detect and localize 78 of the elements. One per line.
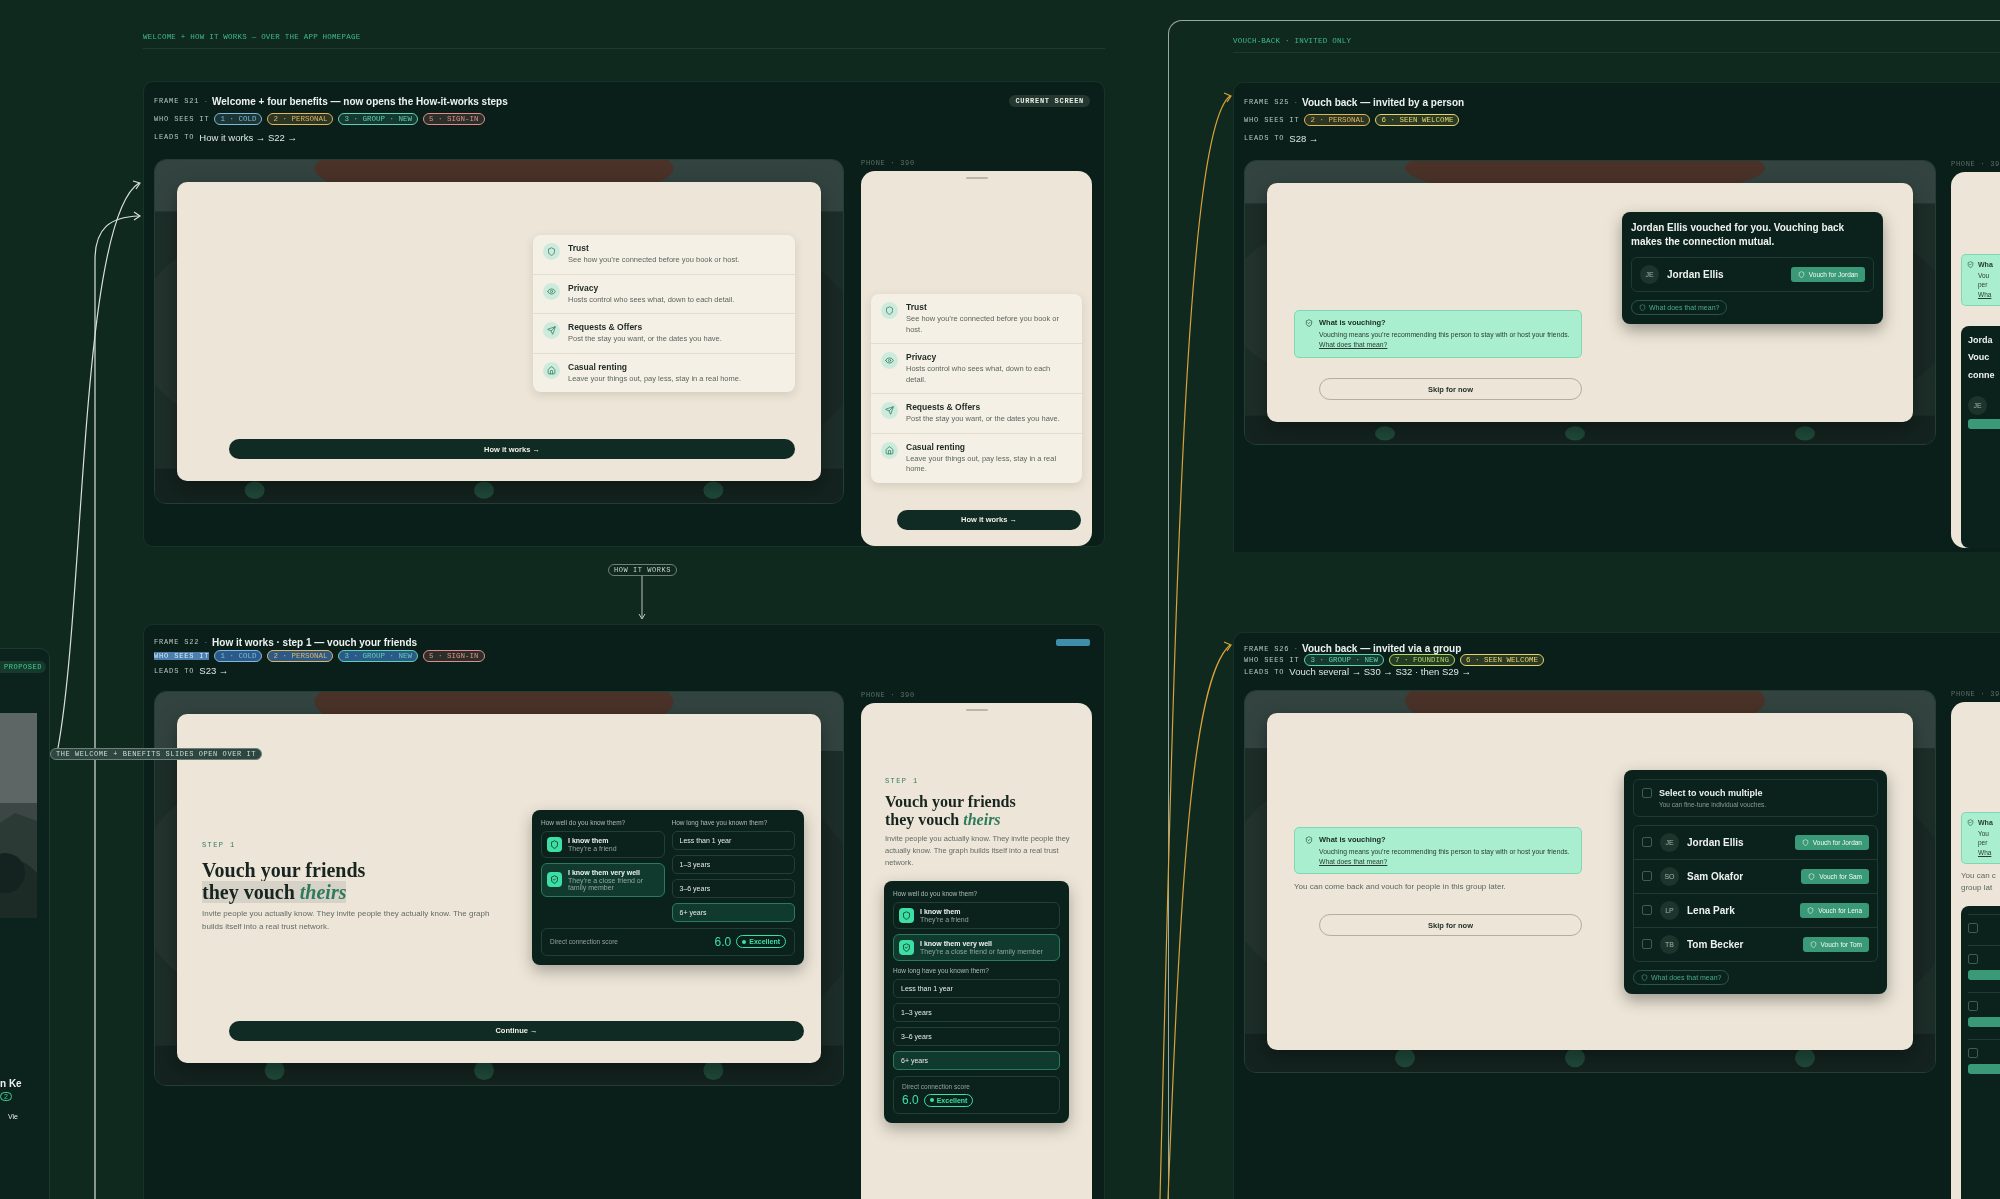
leads-to: Vouch several → S30 → S32 · then S29 → bbox=[1289, 666, 1471, 677]
frame-title: Welcome + four benefits — now opens the How-it-works steps bbox=[212, 95, 508, 107]
shield-icon bbox=[1809, 940, 1817, 948]
benefit-title: Trust bbox=[568, 243, 590, 253]
leads-to: S23 → bbox=[199, 665, 229, 677]
benefit-title: Casual renting bbox=[568, 361, 629, 372]
step-description: Invite people you actually know. They invite people they actually know. The graph builds itself into a real trust network. bbox=[202, 908, 491, 933]
group-note: group lat bbox=[1961, 881, 1994, 894]
shield-icon bbox=[1808, 872, 1816, 880]
shield-icon bbox=[1801, 838, 1809, 846]
person-name: Lena Park bbox=[1687, 904, 1735, 916]
benefit-title: Requests & Offers bbox=[906, 402, 982, 412]
house-icon bbox=[543, 361, 560, 379]
person-name: Jordan Ellis bbox=[1667, 269, 1724, 280]
headline: they vouch theirs bbox=[885, 810, 1001, 829]
select-all-title: Select to vouch multiple bbox=[1659, 787, 1764, 798]
score-value: 6.0 bbox=[902, 1093, 919, 1108]
shield-icon bbox=[899, 908, 914, 924]
checkbox[interactable] bbox=[1968, 953, 1978, 964]
shield-icon bbox=[1305, 835, 1313, 844]
checkbox[interactable] bbox=[1642, 837, 1652, 847]
person-name: Tom Becker bbox=[1687, 938, 1744, 950]
checkbox[interactable] bbox=[1968, 1047, 1978, 1058]
shield-icon bbox=[543, 243, 560, 260]
vouch-message: conne bbox=[1968, 368, 1996, 382]
shield-check-icon bbox=[899, 940, 914, 956]
benefit-title: Privacy bbox=[568, 282, 600, 293]
vouch-button[interactable] bbox=[1968, 969, 2000, 980]
house-icon bbox=[881, 441, 898, 459]
vouch-message: Jorda bbox=[1968, 333, 1994, 347]
group-note: You can c bbox=[1961, 869, 1997, 882]
checkbox[interactable] bbox=[1642, 939, 1652, 949]
eye-icon bbox=[881, 352, 898, 369]
checkbox[interactable] bbox=[1642, 871, 1652, 881]
leads-to: How it works → S22 → bbox=[199, 131, 297, 143]
headline: they vouch theirs bbox=[202, 881, 347, 904]
checkbox[interactable] bbox=[1968, 1000, 1978, 1011]
frame-title: Vouch back — invited via a group bbox=[1302, 643, 1462, 654]
shield-icon bbox=[1639, 304, 1646, 311]
benefit-title: Privacy bbox=[906, 352, 938, 362]
shield-icon bbox=[1967, 819, 1974, 826]
shield-icon bbox=[1641, 973, 1648, 981]
person-name: Jordan Ellis bbox=[1687, 836, 1744, 848]
headline: Vouch your friends bbox=[202, 859, 366, 882]
eye-icon bbox=[543, 282, 560, 300]
checkbox[interactable] bbox=[1642, 787, 1652, 798]
group-note: You can come back and vouch for people in this group later. bbox=[1294, 882, 1507, 892]
frame-title: Vouch back — invited by a person bbox=[1302, 96, 1465, 108]
vouch-button[interactable] bbox=[1968, 1063, 2000, 1074]
vouch-message: Jordan Ellis vouched for you. Vouching back makes the connection mutual. bbox=[1631, 221, 1846, 249]
shield-icon bbox=[1967, 261, 1974, 268]
benefit-title: Requests & Offers bbox=[568, 322, 644, 332]
person-name: Sam Okafor bbox=[1687, 870, 1744, 882]
shield-check-icon bbox=[547, 872, 562, 888]
shield-icon bbox=[1305, 319, 1313, 328]
vouch-button[interactable] bbox=[1968, 1016, 2000, 1027]
checkbox[interactable] bbox=[1968, 922, 1978, 933]
send-icon bbox=[543, 322, 560, 339]
shield-icon bbox=[547, 837, 562, 852]
shield-icon bbox=[881, 302, 898, 319]
benefit-title: Casual renting bbox=[906, 441, 967, 452]
score-value: 6.0 bbox=[714, 935, 732, 949]
benefit-title: Trust bbox=[906, 302, 928, 312]
separator: · bbox=[204, 637, 208, 647]
shield-icon bbox=[1797, 271, 1805, 278]
headline: Vouch your friends bbox=[885, 793, 1016, 811]
status-badge bbox=[1056, 638, 1090, 646]
separator: · bbox=[1294, 97, 1298, 107]
vouch-button[interactable] bbox=[1968, 419, 2000, 430]
leads-to: S28 → bbox=[1289, 132, 1319, 144]
separator: · bbox=[204, 96, 208, 106]
checkbox[interactable] bbox=[1642, 905, 1652, 915]
person-name: n Ke bbox=[0, 1078, 22, 1089]
vouch-message: Vouc bbox=[1968, 351, 1991, 365]
shield-icon bbox=[1807, 906, 1815, 914]
separator: · bbox=[1294, 644, 1298, 653]
send-icon bbox=[881, 402, 898, 419]
frame-title: How it works · step 1 — vouch your friends bbox=[212, 636, 418, 648]
